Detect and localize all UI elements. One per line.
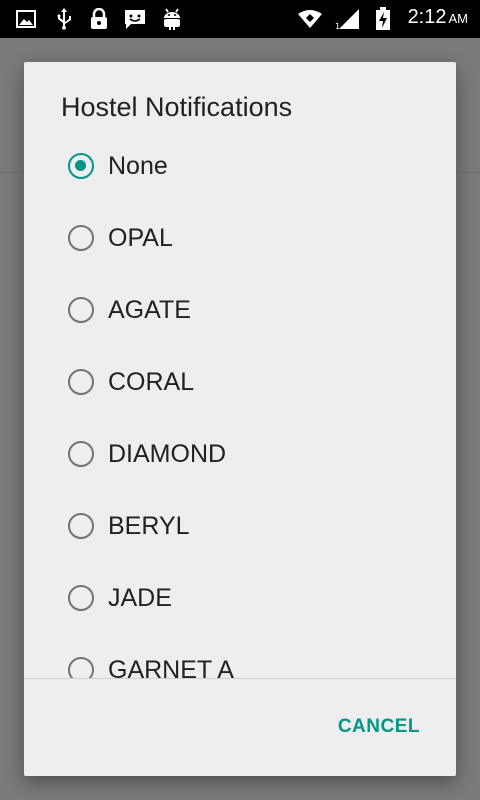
- option-label: BERYL: [108, 511, 190, 540]
- battery-charging-icon: [372, 7, 394, 31]
- signal-icon: 1: [334, 7, 362, 31]
- option-garnet-a[interactable]: GARNET A: [24, 634, 456, 678]
- radio-unchecked-icon[interactable]: [68, 441, 94, 467]
- time-text: 2:12: [407, 6, 447, 28]
- status-bar: 1 2:12 AM: [0, 0, 480, 38]
- status-time: 2:12 AM: [408, 6, 468, 29]
- radio-unchecked-icon[interactable]: [68, 297, 94, 323]
- image-icon: [14, 7, 38, 31]
- option-coral[interactable]: CORAL: [24, 346, 456, 418]
- radio-unchecked-icon[interactable]: [68, 369, 94, 395]
- dialog-title: Hostel Notifications: [61, 92, 293, 122]
- option-beryl[interactable]: BERYL: [24, 490, 456, 562]
- option-label: JADE: [108, 583, 172, 612]
- radio-unchecked-icon[interactable]: [68, 585, 94, 611]
- cancel-button[interactable]: CANCEL: [338, 716, 420, 738]
- radio-unchecked-icon[interactable]: [68, 225, 94, 251]
- android-debug-icon: [160, 7, 184, 31]
- svg-text:1: 1: [335, 22, 340, 30]
- lock-icon: [87, 7, 111, 31]
- option-agate[interactable]: AGATE: [24, 274, 456, 346]
- option-opal[interactable]: OPAL: [24, 202, 456, 274]
- wifi-icon: [296, 7, 324, 31]
- option-label: DIAMOND: [108, 439, 227, 468]
- option-label: CORAL: [108, 367, 195, 396]
- radio-unchecked-icon[interactable]: [68, 657, 94, 678]
- option-label: None: [108, 151, 168, 180]
- option-diamond[interactable]: DIAMOND: [24, 418, 456, 490]
- message-icon: [122, 7, 148, 31]
- option-none[interactable]: None: [24, 130, 456, 202]
- radio-checked-icon[interactable]: [68, 153, 94, 179]
- usb-icon: [52, 7, 76, 31]
- option-label: AGATE: [108, 295, 191, 324]
- option-jade[interactable]: JADE: [24, 562, 456, 634]
- hostel-notifications-dialog: Hostel Notifications None OPAL AGATE COR…: [24, 62, 456, 776]
- option-label: OPAL: [108, 223, 173, 252]
- dialog-divider: [24, 678, 456, 679]
- option-label: GARNET A: [108, 655, 234, 679]
- ampm-text: AM: [448, 11, 469, 26]
- radio-unchecked-icon[interactable]: [68, 513, 94, 539]
- options-list[interactable]: None OPAL AGATE CORAL DIAMOND BERYL JADE: [24, 130, 456, 678]
